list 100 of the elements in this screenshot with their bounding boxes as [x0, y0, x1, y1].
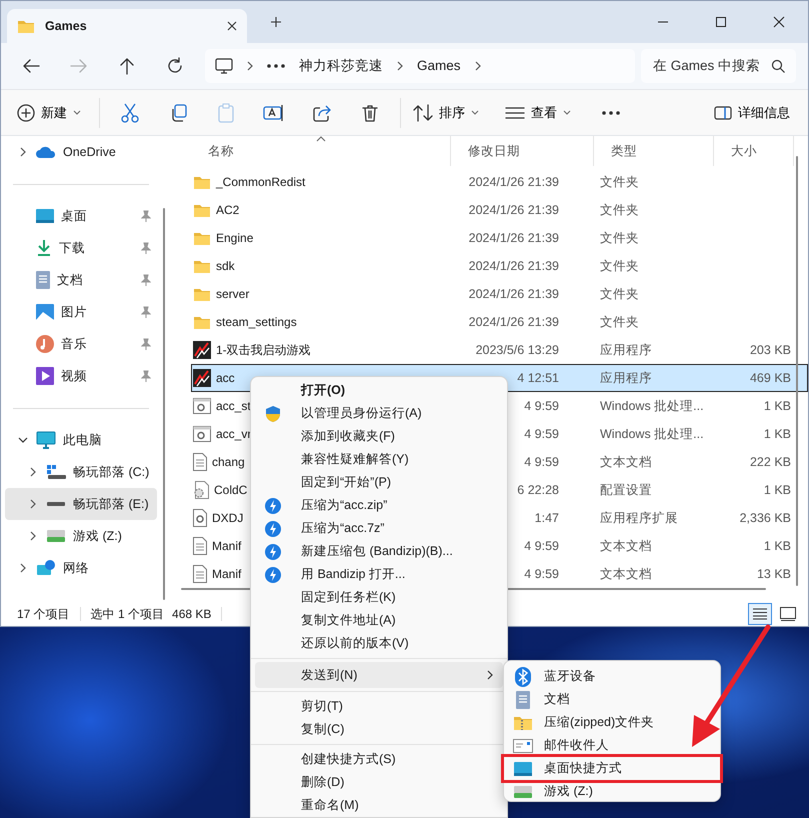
pin-icon[interactable]: [141, 210, 151, 222]
menu-item[interactable]: 邮件收件人: [504, 734, 720, 757]
back-icon[interactable]: [22, 58, 40, 74]
settings-file-icon: [193, 481, 209, 499]
sidebar-item[interactable]: 视频: [5, 360, 157, 392]
computer-icon[interactable]: [215, 58, 233, 74]
menu-item[interactable]: 游戏 (Z:): [504, 780, 720, 803]
column-header[interactable]: 名称: [191, 136, 451, 166]
chevron-right-icon[interactable]: [30, 531, 36, 541]
sidebar-item[interactable]: 下载: [5, 232, 157, 264]
pin-icon[interactable]: [141, 242, 151, 254]
menu-item[interactable]: 以管理员身份运行(A): [255, 402, 503, 425]
menu-item[interactable]: 蓝牙设备: [504, 665, 720, 688]
toolbar-view-button[interactable]: 查看: [499, 96, 577, 130]
menu-item[interactable]: 桌面快捷方式: [504, 757, 720, 780]
menu-item[interactable]: 复制(C): [255, 718, 503, 741]
chevron-right-icon[interactable]: [20, 147, 26, 157]
menu-item[interactable]: 固定到“开始”(P): [255, 471, 503, 494]
file-size: 2,336 KB: [740, 510, 791, 525]
trash-icon[interactable]: [362, 104, 378, 122]
menu-item[interactable]: 删除(D): [255, 771, 503, 794]
more-icon[interactable]: [267, 64, 285, 68]
menu-item[interactable]: 还原以前的版本(V): [255, 632, 503, 655]
column-header[interactable]: 类型: [594, 136, 714, 166]
details-pane-button[interactable]: 详细信息: [708, 96, 796, 130]
scissors-icon[interactable]: [121, 102, 139, 122]
file-name: sdk: [216, 258, 235, 275]
pin-icon[interactable]: [141, 338, 151, 350]
menu-item[interactable]: 兼容性疑难解答(Y): [255, 448, 503, 471]
breadcrumb-item[interactable]: 神力科莎竞速: [299, 56, 383, 76]
column-header[interactable]: 大小: [714, 136, 794, 166]
menu-item[interactable]: 发送到(N): [255, 662, 503, 688]
menu-item[interactable]: 用 Bandizip 打开...: [255, 563, 503, 586]
menu-item[interactable]: 添加到收藏夹(F): [255, 425, 503, 448]
search-field[interactable]: 在 Games 中搜索: [651, 54, 771, 78]
chevron-right-icon[interactable]: [397, 61, 403, 71]
pin-icon[interactable]: [141, 370, 151, 382]
address-bar[interactable]: 神力科莎竞速 Games: [205, 49, 635, 83]
chevron-right-icon[interactable]: [247, 61, 253, 71]
chevron-right-icon[interactable]: [30, 467, 36, 477]
sidebar-item[interactable]: 文档: [5, 264, 157, 296]
script-file-icon: [193, 426, 211, 442]
toolbar-new-button[interactable]: 新建: [11, 96, 87, 130]
more-icon[interactable]: [602, 110, 620, 114]
panel-icon: [714, 106, 732, 120]
breadcrumb-item[interactable]: Games: [417, 56, 461, 76]
sidebar-item[interactable]: 图片: [5, 296, 157, 328]
sidebar-item[interactable]: 网络: [5, 552, 157, 584]
sidebar-item[interactable]: 畅玩部落 (E:): [5, 488, 157, 520]
file-type: 文本文档: [600, 566, 652, 581]
close-icon[interactable]: [227, 21, 237, 31]
caret-icon: [563, 110, 571, 115]
window-tab[interactable]: Games: [7, 9, 247, 43]
menu-item[interactable]: 创建快捷方式(S): [255, 748, 503, 771]
menu-item[interactable]: 压缩(zipped)文件夹: [504, 711, 720, 734]
menu-item[interactable]: 重命名(M): [255, 794, 503, 817]
chevron-right-icon[interactable]: [30, 499, 36, 509]
pin-icon[interactable]: [141, 274, 151, 286]
up-icon[interactable]: [119, 57, 135, 75]
sidebar-item[interactable]: 此电脑: [5, 424, 157, 456]
sidebar-item[interactable]: 游戏 (Z:): [5, 520, 157, 552]
bluetooth-icon: [515, 666, 531, 686]
scrollbar[interactable]: [796, 156, 798, 586]
file-name: 1-双击我启动游戏: [216, 342, 311, 359]
sidebar-item[interactable]: 音乐: [5, 328, 157, 360]
menu-item[interactable]: 剪切(T): [255, 695, 503, 718]
file-type: 文件夹: [600, 314, 639, 329]
maximize-icon[interactable]: [715, 16, 727, 28]
modified-date: 2024/1/26 21:39: [468, 286, 559, 301]
close-icon[interactable]: [773, 16, 785, 28]
file-size: 469 KB: [750, 370, 791, 385]
refresh-icon[interactable]: [166, 57, 184, 75]
menu-item[interactable]: 新建压缩包 (Bandizip)(B)...: [255, 540, 503, 563]
search-icon[interactable]: [771, 59, 785, 73]
sidebar-item[interactable]: OneDrive: [5, 136, 157, 168]
menu-item[interactable]: 固定到任务栏(K): [255, 586, 503, 609]
menu-item[interactable]: 文档: [504, 688, 720, 711]
menu-item[interactable]: 压缩为“acc.7z”: [255, 517, 503, 540]
share-icon[interactable]: [313, 104, 331, 122]
menu-item[interactable]: 复制文件地址(A): [255, 609, 503, 632]
search-box[interactable]: 在 Games 中搜索: [641, 49, 796, 83]
modified-date: 2024/1/26 21:39: [468, 314, 559, 329]
details-view-button[interactable]: [748, 603, 772, 625]
file-name: DXDJ: [212, 510, 244, 527]
menu-item[interactable]: 压缩为“acc.zip”: [255, 494, 503, 517]
rename-icon[interactable]: [263, 104, 285, 122]
chevron-down-icon[interactable]: [18, 437, 28, 443]
caret-icon: [73, 110, 81, 115]
chevron-right-icon[interactable]: [474, 61, 481, 71]
sidebar-item[interactable]: 畅玩部落 (C:): [5, 456, 157, 488]
folder-icon: [193, 286, 211, 302]
chevron-right-icon[interactable]: [20, 563, 26, 573]
sidebar-item[interactable]: 桌面: [5, 200, 157, 232]
toolbar-sort-button[interactable]: 排序: [407, 96, 485, 130]
menu-item[interactable]: 打开(O): [255, 379, 503, 402]
column-header[interactable]: 修改日期: [451, 136, 594, 166]
modified-date: 2024/1/26 21:39: [468, 174, 559, 189]
pin-icon[interactable]: [141, 306, 151, 318]
selection-size: 468 KB: [172, 606, 212, 623]
scrollbar[interactable]: [163, 208, 165, 600]
